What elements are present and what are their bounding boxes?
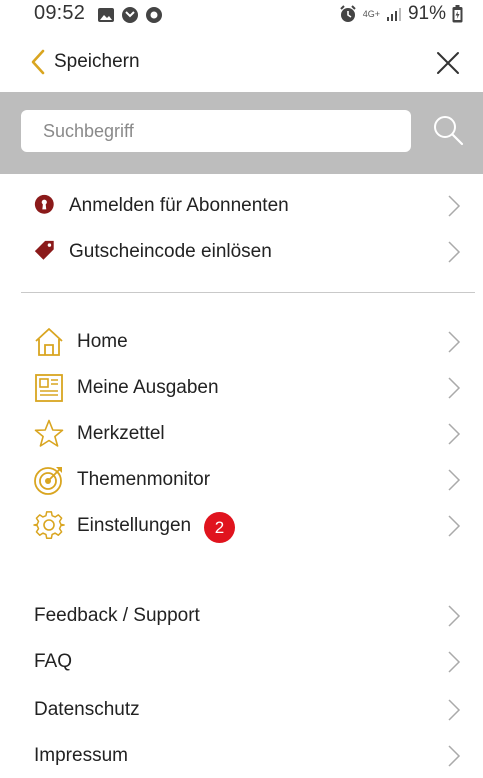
search-bar — [0, 92, 483, 174]
menu-item-gutschein[interactable]: Gutscheincode einlösen — [0, 230, 483, 274]
notification-icon-2 — [146, 7, 162, 23]
search-icon[interactable] — [430, 112, 466, 148]
close-icon[interactable] — [433, 48, 463, 78]
notification-badge: 2 — [204, 512, 235, 543]
battery-icon — [452, 5, 463, 23]
status-time: 09:52 — [34, 2, 86, 24]
menu-item-label: Home — [77, 331, 128, 352]
chevron-right-icon — [448, 745, 461, 767]
chevron-right-icon — [448, 515, 461, 537]
status-bar: 09:52 4G+ 91% — [0, 0, 483, 34]
menu-item-home[interactable]: Home — [0, 320, 483, 364]
notification-icon — [122, 7, 138, 23]
menu-item-datenschutz[interactable]: Datenschutz — [0, 688, 483, 732]
menu-item-label: Meine Ausgaben — [77, 377, 219, 398]
chevron-right-icon — [448, 699, 461, 721]
star-icon — [34, 419, 64, 447]
menu-item-einstellungen[interactable]: Einstellungen 2 — [0, 504, 483, 548]
menu-item-label: Impressum — [34, 745, 128, 766]
tag-icon — [34, 240, 54, 260]
menu-item-merkzettel[interactable]: Merkzettel — [0, 412, 483, 456]
menu-item-label: Gutscheincode einlösen — [69, 241, 272, 262]
menu-item-feedback-support[interactable]: Feedback / Support — [0, 594, 483, 638]
gear-icon — [33, 511, 65, 539]
keyhole-icon — [34, 194, 54, 214]
home-icon — [35, 328, 63, 356]
alarm-icon — [339, 5, 356, 22]
chevron-left-icon — [31, 49, 45, 75]
chevron-right-icon — [448, 331, 461, 353]
target-icon — [34, 467, 62, 495]
chevron-right-icon — [448, 605, 461, 627]
menu-item-faq[interactable]: FAQ — [0, 640, 483, 684]
newspaper-icon — [35, 374, 63, 402]
menu-item-meine-ausgaben[interactable]: Meine Ausgaben — [0, 366, 483, 410]
signal-icon — [386, 8, 401, 21]
battery-percent: 91% — [407, 3, 446, 24]
section-divider — [21, 292, 475, 293]
back-label: Speichern — [54, 51, 140, 72]
chevron-right-icon — [448, 423, 461, 445]
menu-item-themenmonitor[interactable]: Themenmonitor — [0, 458, 483, 502]
menu-item-label: Merkzettel — [77, 423, 165, 444]
network-icon: 4G+ — [362, 8, 380, 19]
chevron-right-icon — [448, 195, 461, 217]
menu-item-label: Themenmonitor — [77, 469, 211, 490]
search-input[interactable] — [21, 110, 411, 152]
header-bar: Speichern — [0, 40, 483, 88]
chevron-right-icon — [448, 377, 461, 399]
menu-item-impressum[interactable]: Impressum — [0, 734, 483, 778]
chevron-right-icon — [448, 241, 461, 263]
chevron-right-icon — [448, 651, 461, 673]
menu-item-label: Einstellungen — [77, 515, 192, 536]
image-icon — [98, 8, 114, 22]
chevron-right-icon — [448, 469, 461, 491]
menu-item-label: Anmelden für Abonnenten — [69, 195, 289, 216]
menu-item-label: Datenschutz — [34, 699, 140, 720]
menu-item-label: Feedback / Support — [34, 605, 200, 626]
back-button[interactable]: Speichern — [30, 48, 140, 76]
menu-item-label: FAQ — [34, 651, 73, 672]
menu-item-anmelden[interactable]: Anmelden für Abonnenten — [0, 184, 483, 228]
